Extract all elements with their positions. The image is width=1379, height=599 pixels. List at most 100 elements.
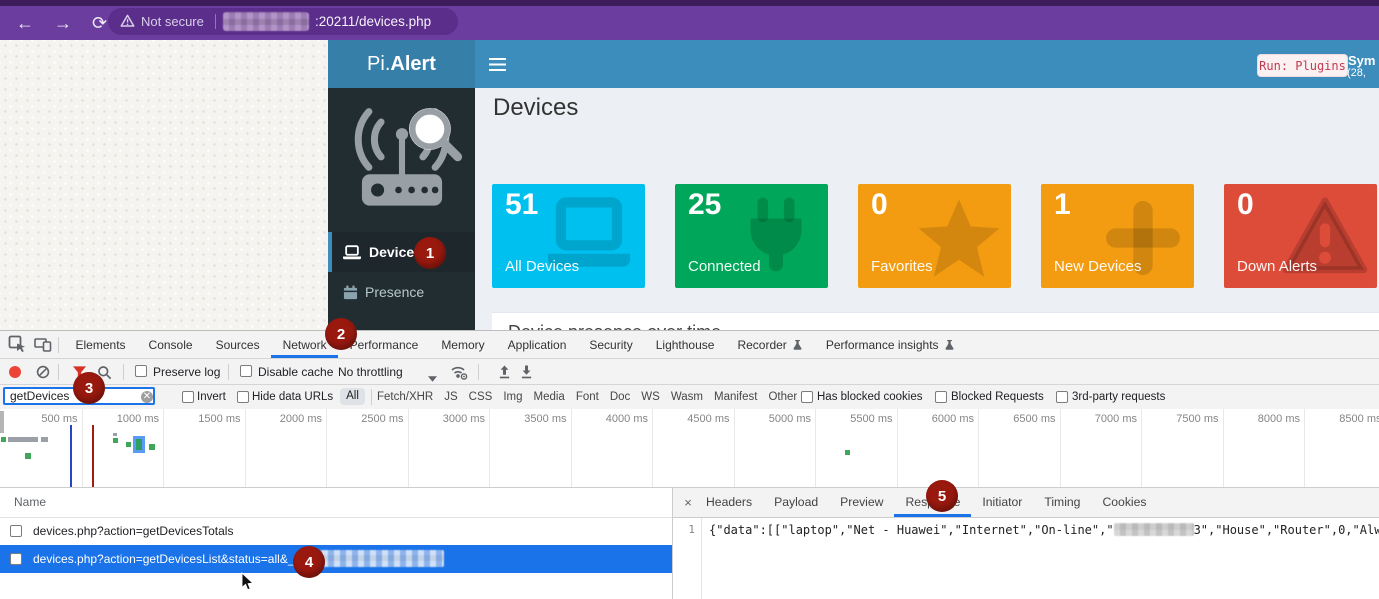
request-row-devices-list[interactable]: devices.php?action=getDevicesList&status… bbox=[0, 545, 672, 573]
timeline-gridline bbox=[1304, 409, 1305, 488]
clear-filter-icon[interactable]: ✕ bbox=[141, 391, 153, 403]
invert-label[interactable]: Invert bbox=[197, 391, 226, 403]
invert-checkbox[interactable] bbox=[182, 391, 194, 403]
tab-payload[interactable]: Payload bbox=[763, 488, 829, 517]
address-bar[interactable]: Not secure :20211/devices.php bbox=[108, 8, 458, 35]
timeline-tick-label: 3000 ms bbox=[427, 413, 485, 425]
toolbar-divider bbox=[58, 364, 59, 380]
timeline-tick-label: 5000 ms bbox=[753, 413, 811, 425]
filter-chip-ws[interactable]: WS bbox=[641, 391, 660, 403]
blocked-requests-checkbox[interactable] bbox=[935, 391, 947, 403]
request-row-totals[interactable]: devices.php?action=getDevicesTotals bbox=[0, 517, 672, 545]
filter-chip-media[interactable]: Media bbox=[534, 391, 565, 403]
filter-chip-manifest[interactable]: Manifest bbox=[714, 391, 757, 403]
throttling-select[interactable]: No throttling bbox=[338, 365, 403, 379]
timeline-gridline bbox=[652, 409, 653, 488]
filter-chip-js[interactable]: JS bbox=[444, 391, 457, 403]
main-content: Devices 51 All Devices 25 Connected bbox=[475, 88, 1379, 330]
filter-chip-img[interactable]: Img bbox=[503, 391, 522, 403]
filter-chip-wasm[interactable]: Wasm bbox=[671, 391, 703, 403]
network-conditions-icon[interactable] bbox=[450, 364, 468, 385]
header-partial-count: (28, bbox=[1347, 67, 1366, 79]
filter-chip-other[interactable]: Other bbox=[768, 391, 797, 403]
stat-card-down-alerts[interactable]: 0 Down Alerts bbox=[1224, 184, 1377, 288]
hide-data-urls-label[interactable]: Hide data URLs bbox=[252, 391, 333, 403]
name-column-header[interactable]: Name bbox=[14, 495, 46, 509]
response-body: {"data":[["laptop","Net - Huawei","Inter… bbox=[703, 518, 1379, 599]
waterfall-mark bbox=[1, 437, 6, 442]
page-title: Devices bbox=[493, 94, 578, 122]
tab-application[interactable]: Application bbox=[496, 331, 578, 358]
tab-lighthouse[interactable]: Lighthouse bbox=[644, 331, 726, 358]
tab-memory[interactable]: Memory bbox=[430, 331, 496, 358]
stat-card-favorites[interactable]: 0 Favorites bbox=[858, 184, 1011, 288]
device-toolbar-icon[interactable] bbox=[34, 335, 52, 358]
filter-chip-css[interactable]: CSS bbox=[469, 391, 493, 403]
third-party-requests-checkbox[interactable] bbox=[1056, 391, 1068, 403]
toolbar-divider bbox=[371, 389, 372, 405]
tab-timing[interactable]: Timing bbox=[1033, 488, 1091, 517]
run-plugins-button[interactable]: Run: Plugins bbox=[1257, 54, 1348, 77]
timeline-gridline bbox=[1223, 409, 1224, 488]
experiment-flask-icon bbox=[944, 339, 955, 351]
has-blocked-cookies-label[interactable]: Has blocked cookies bbox=[817, 391, 922, 403]
export-har-icon[interactable] bbox=[520, 364, 533, 385]
has-blocked-cookies-checkbox[interactable] bbox=[801, 391, 813, 403]
hide-data-urls-checkbox[interactable] bbox=[237, 391, 249, 403]
timeline-tick-label: 500 ms bbox=[20, 413, 78, 425]
disable-cache-checkbox[interactable] bbox=[240, 365, 252, 377]
preserve-log-label[interactable]: Preserve log bbox=[153, 365, 220, 379]
filter-chip-font[interactable]: Font bbox=[576, 391, 599, 403]
reload-icon[interactable]: ⟳ bbox=[92, 14, 107, 32]
waterfall-mark bbox=[8, 437, 38, 442]
forward-icon[interactable]: → bbox=[54, 14, 72, 32]
tab-headers[interactable]: Headers bbox=[695, 488, 763, 517]
record-network-log-icon[interactable] bbox=[9, 366, 21, 378]
filter-chip-doc[interactable]: Doc bbox=[610, 391, 630, 403]
sidebar-item-presence[interactable]: Presence bbox=[328, 272, 475, 312]
brand-suffix: Alert bbox=[390, 53, 436, 76]
inspect-element-icon[interactable] bbox=[8, 335, 26, 358]
tab-console[interactable]: Console bbox=[137, 331, 204, 358]
not-secure-warning-icon bbox=[120, 14, 135, 33]
clear-network-log-icon[interactable] bbox=[36, 365, 50, 384]
request-checkbox[interactable] bbox=[10, 525, 22, 537]
tab-cookies[interactable]: Cookies bbox=[1091, 488, 1157, 517]
tab-performance-insights[interactable]: Performance insights bbox=[814, 331, 966, 358]
tab-preview[interactable]: Preview bbox=[829, 488, 894, 517]
sidebar-item-devices[interactable]: Devices bbox=[328, 232, 475, 272]
preserve-log-checkbox[interactable] bbox=[135, 365, 147, 377]
third-party-requests-label[interactable]: 3rd-party requests bbox=[1072, 391, 1165, 403]
blocked-requests-label[interactable]: Blocked Requests bbox=[951, 391, 1044, 403]
stat-card-all-devices[interactable]: 51 All Devices bbox=[492, 184, 645, 288]
laptop-icon bbox=[343, 245, 361, 260]
filter-chip-all[interactable]: All bbox=[340, 388, 365, 405]
presence-panel: Device presence over time Online Offline… bbox=[492, 312, 1379, 330]
page-background: Pi.Alert Run: Plugins Sym (28, bbox=[0, 40, 1379, 330]
timeline-tick-label: 8500 ms bbox=[1324, 413, 1379, 425]
timeline-gridline bbox=[163, 409, 164, 488]
disable-cache-label[interactable]: Disable cache bbox=[258, 365, 333, 379]
mouse-cursor bbox=[241, 572, 255, 598]
detail-tabbar: Headers Payload Preview Response Initiat… bbox=[673, 488, 1379, 518]
timeline-tick-label: 3500 ms bbox=[509, 413, 567, 425]
request-checkbox[interactable] bbox=[10, 553, 22, 565]
tab-initiator[interactable]: Initiator bbox=[971, 488, 1033, 517]
tab-elements[interactable]: Elements bbox=[64, 331, 137, 358]
waterfall-mark bbox=[149, 444, 155, 450]
import-har-icon[interactable] bbox=[498, 364, 511, 385]
request-table-header[interactable]: Name bbox=[0, 488, 672, 518]
back-icon[interactable]: ← bbox=[16, 14, 34, 32]
close-icon[interactable] bbox=[681, 488, 695, 517]
stat-value: 0 bbox=[871, 188, 888, 222]
devtools-tabbar: Elements Console Sources Network Perform… bbox=[0, 331, 1379, 359]
pialert-logo[interactable]: Pi.Alert bbox=[328, 40, 475, 88]
timeline-gridline bbox=[897, 409, 898, 488]
stat-card-connected[interactable]: 25 Connected bbox=[675, 184, 828, 288]
stat-card-new-devices[interactable]: 1 New Devices bbox=[1041, 184, 1194, 288]
filter-chip-fetch-xhr[interactable]: Fetch/XHR bbox=[377, 391, 433, 403]
hamburger-menu-icon[interactable] bbox=[489, 58, 506, 60]
tab-security[interactable]: Security bbox=[578, 331, 644, 358]
tab-recorder[interactable]: Recorder bbox=[726, 331, 814, 358]
tab-sources[interactable]: Sources bbox=[204, 331, 271, 358]
